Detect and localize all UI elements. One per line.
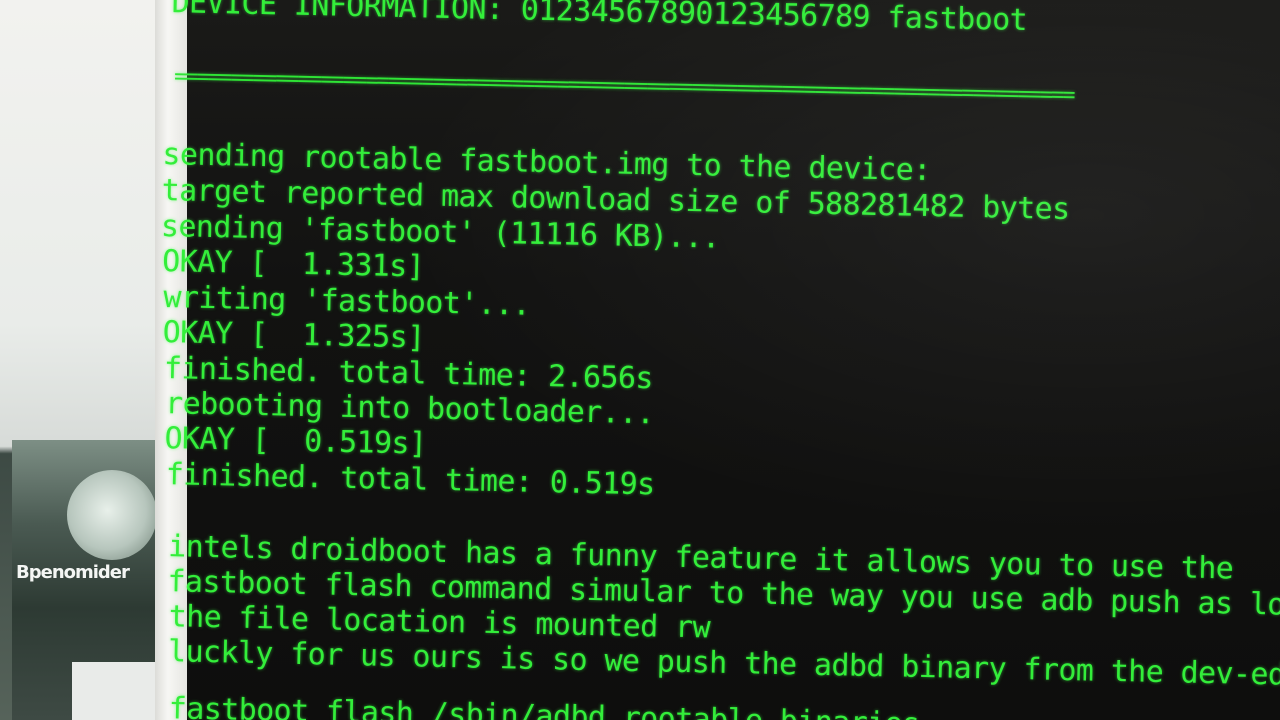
terminal-window[interactable]: DEVICE INFORMATION: 01234567890123456789… — [151, 0, 1280, 720]
command-line: fastboot flash /sbin/adbd rootable_binar… — [168, 691, 920, 720]
output-line: luckly for us ours is so we push the adb… — [167, 634, 1280, 695]
output-line: OKAY [ 1.331s] — [161, 243, 425, 285]
desktop-background: Bpenomider — [0, 0, 165, 720]
wallpaper-logo-icon — [67, 470, 157, 560]
output-line: OKAY [ 1.325s] — [162, 315, 425, 356]
desktop-window-fragment — [72, 662, 157, 720]
output-line: OKAY [ 0.519s] — [164, 421, 427, 462]
device-info-line: DEVICE INFORMATION: 01234567890123456789… — [171, 0, 1028, 39]
separator-line: ========================================… — [173, 64, 1074, 109]
output-line: finished. total time: 0.519s — [165, 457, 655, 503]
wallpaper-image: Bpenomider — [12, 440, 162, 720]
wallpaper-label: Bpenomider — [16, 562, 130, 583]
photo-of-monitor: Bpenomider DEVICE INFORMATION: 012345678… — [0, 0, 1280, 720]
